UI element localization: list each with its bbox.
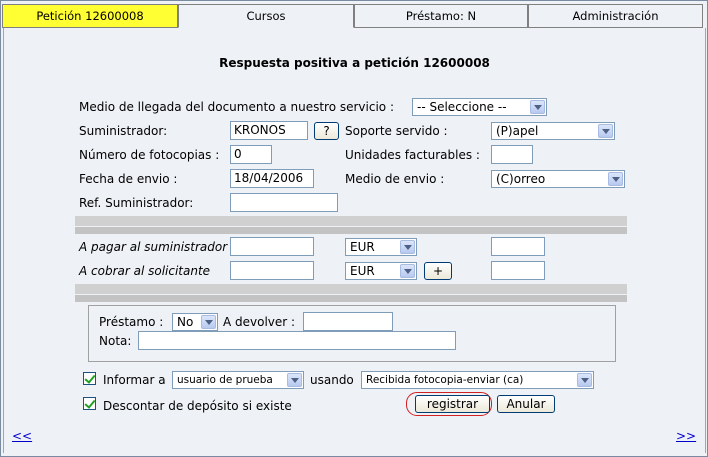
separator-bar	[75, 216, 627, 226]
cobrar-currency-value: EUR	[350, 264, 375, 278]
suministrador-label: Suministrador:	[79, 124, 168, 138]
prestamo-value: No	[177, 315, 194, 329]
cobrar-extra-input[interactable]	[491, 261, 545, 280]
fotocopias-label: Número de fotocopias :	[79, 148, 220, 162]
soporte-select[interactable]: (P)apel	[491, 122, 615, 140]
medio-envio-select[interactable]: (C)orreo	[491, 170, 625, 188]
medio-llegada-label: Medio de llegada del documento a nuestro…	[79, 100, 394, 114]
chevron-down-icon	[577, 373, 592, 387]
recipient-select[interactable]: usuario de prueba	[172, 371, 304, 389]
devolver-label: A devolver :	[223, 315, 296, 329]
chevron-down-icon	[287, 373, 302, 387]
informar-checkbox[interactable]	[83, 372, 96, 385]
medio-llegada-select[interactable]: -- Seleccione --	[412, 98, 547, 116]
anular-button[interactable]: Anular	[497, 395, 555, 413]
chevron-down-icon	[530, 100, 545, 114]
ref-label: Ref. Suministrador:	[79, 196, 194, 210]
chevron-down-icon	[400, 240, 415, 254]
fecha-label: Fecha de envio :	[79, 172, 178, 186]
template-select[interactable]: Recibida fotocopia-enviar (ca)	[361, 371, 594, 389]
page-title: Respuesta positiva a petición 12600008	[219, 56, 490, 70]
chevron-down-icon	[400, 264, 415, 278]
next-link[interactable]: >>	[676, 429, 696, 443]
descontar-checkbox[interactable]	[83, 397, 96, 410]
add-button[interactable]: +	[424, 262, 452, 280]
devolver-input[interactable]	[303, 312, 393, 331]
tab-cursos[interactable]: Cursos	[178, 4, 354, 28]
chevron-down-icon	[608, 172, 623, 186]
registrar-button[interactable]: registrar	[415, 395, 490, 413]
pagar-currency-select[interactable]: EUR	[345, 238, 417, 256]
pagar-currency-value: EUR	[350, 240, 375, 254]
medio-envio-label: Medio de envio :	[345, 172, 445, 186]
cobrar-amount-input[interactable]	[230, 261, 314, 280]
separator-bar	[75, 295, 627, 302]
prestamo-label: Préstamo :	[99, 315, 164, 329]
chevron-down-icon	[598, 124, 613, 138]
prestamo-select[interactable]: No	[172, 313, 218, 331]
usando-label: usando	[310, 373, 354, 387]
nota-label: Nota:	[99, 334, 132, 348]
tab-peticion[interactable]: Petición 12600008	[2, 4, 178, 28]
soporte-value: (P)apel	[496, 124, 539, 138]
fotocopias-input[interactable]: 0	[230, 145, 272, 164]
pagar-extra-input[interactable]	[491, 237, 545, 256]
separator-bar	[75, 284, 627, 294]
soporte-label: Soporte servido :	[345, 124, 448, 138]
medio-llegada-value: -- Seleccione --	[417, 100, 507, 114]
separator-bar	[75, 227, 627, 234]
tab-bar: Petición 12600008 Cursos Préstamo: N Adm…	[2, 4, 703, 28]
unidades-label: Unidades facturables :	[345, 148, 480, 162]
descontar-label: Descontar de depósito si existe	[103, 399, 292, 413]
cobrar-label: A cobrar al solicitante	[79, 264, 211, 278]
chevron-down-icon	[201, 315, 216, 329]
informar-label: Informar a	[103, 373, 166, 387]
cobrar-currency-select[interactable]: EUR	[345, 262, 417, 280]
tab-cursos-label: Cursos	[246, 9, 286, 23]
help-button[interactable]: ?	[314, 122, 339, 140]
ref-input[interactable]	[230, 193, 338, 212]
medio-envio-value: (C)orreo	[496, 172, 546, 186]
template-value: Recibida fotocopia-enviar (ca)	[366, 374, 524, 386]
suministrador-input[interactable]: KRONOS	[230, 121, 308, 140]
tab-peticion-label: Petición 12600008	[36, 9, 144, 23]
pagar-label: A pagar al suministrador	[79, 240, 228, 254]
fecha-input[interactable]: 18/04/2006	[230, 169, 314, 188]
tab-prestamo-label: Préstamo: N	[405, 9, 477, 23]
nota-input[interactable]	[138, 331, 456, 350]
tab-administracion-label: Administración	[572, 9, 659, 23]
tab-administracion[interactable]: Administración	[528, 4, 703, 28]
unidades-input[interactable]	[491, 145, 533, 164]
tab-prestamo[interactable]: Préstamo: N	[354, 4, 528, 28]
recipient-value: usuario de prueba	[177, 374, 273, 386]
prev-link[interactable]: <<	[12, 429, 32, 443]
pagar-amount-input[interactable]	[230, 237, 314, 256]
